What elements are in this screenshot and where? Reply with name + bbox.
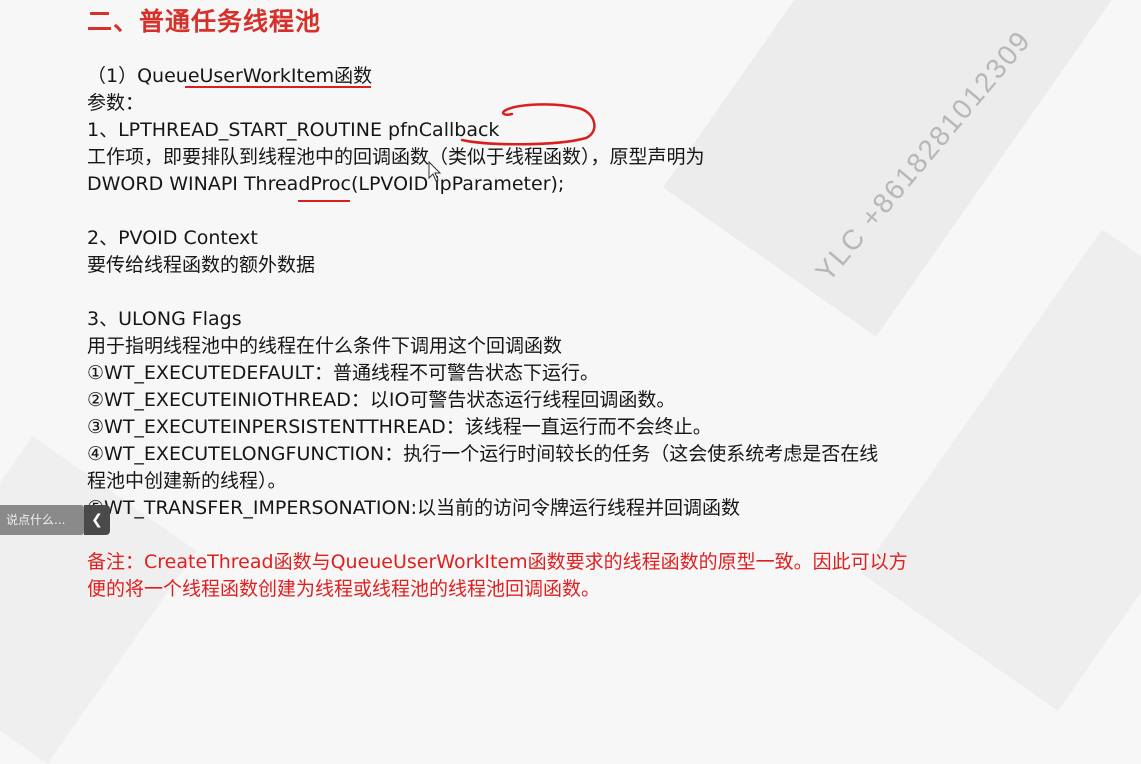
flag-item: ①WT_EXECUTEDEFAULT：普通线程不可警告状态下运行。 — [87, 362, 600, 384]
param-3-name: 3、ULONG Flags — [87, 308, 242, 330]
params-label: 参数： — [87, 92, 145, 114]
param-3-desc: 用于指明线程池中的线程在什么条件下调用这个回调函数 — [87, 335, 563, 357]
note-line: 便的将一个线程函数创建为线程或线程池的线程池回调函数。 — [87, 578, 601, 600]
threadproc-underline — [298, 200, 350, 202]
flag-item: ④WT_EXECUTELONGFUNCTION：执行一个运行时间较长的任务（这会… — [87, 443, 879, 465]
param-2-desc: 要传给线程函数的额外数据 — [87, 254, 316, 276]
comment-input[interactable]: 说点什么... — [0, 505, 84, 535]
chevron-left-icon: ❮ — [91, 512, 103, 528]
flag-item-continued: 程池中创建新的线程）。 — [87, 470, 287, 492]
slide-title: 二、普通任务线程池 — [87, 7, 322, 36]
param-2-name: 2、PVOID Context — [87, 227, 258, 249]
flag-item: ③WT_EXECUTEINPERSISTENTTHREAD：该线程一直运行而不会… — [87, 416, 712, 438]
param-1-desc: 工作项，即要排队到线程池中的回调函数（类似于线程函数），原型声明为 — [87, 146, 705, 168]
background-shape — [861, 229, 1141, 711]
param-1-name: 1、LPTHREAD_START_ROUTINE pfnCallback — [87, 119, 500, 141]
pfncallback-circle-annotation — [460, 103, 596, 146]
mouse-cursor-icon — [428, 161, 442, 182]
note-line: 备注：CreateThread函数与QueueUserWorkItem函数要求的… — [87, 551, 908, 573]
section-heading: （1）QueueUserWorkItem函数 — [87, 65, 373, 87]
param-1-prototype: DWORD WINAPI ThreadProc(LPVOID lpParamet… — [87, 173, 565, 195]
flag-item: ②WT_EXECUTEINIOTHREAD：以IO可警告状态运行线程回调函数。 — [87, 389, 676, 411]
collapse-button[interactable]: ❮ — [84, 505, 110, 535]
flag-item: ⑤WT_TRANSFER_IMPERSONATION:以当前的访问令牌运行线程并… — [87, 497, 741, 519]
queueuserworkitem-underline — [185, 86, 371, 88]
background-shape — [663, 0, 1117, 337]
